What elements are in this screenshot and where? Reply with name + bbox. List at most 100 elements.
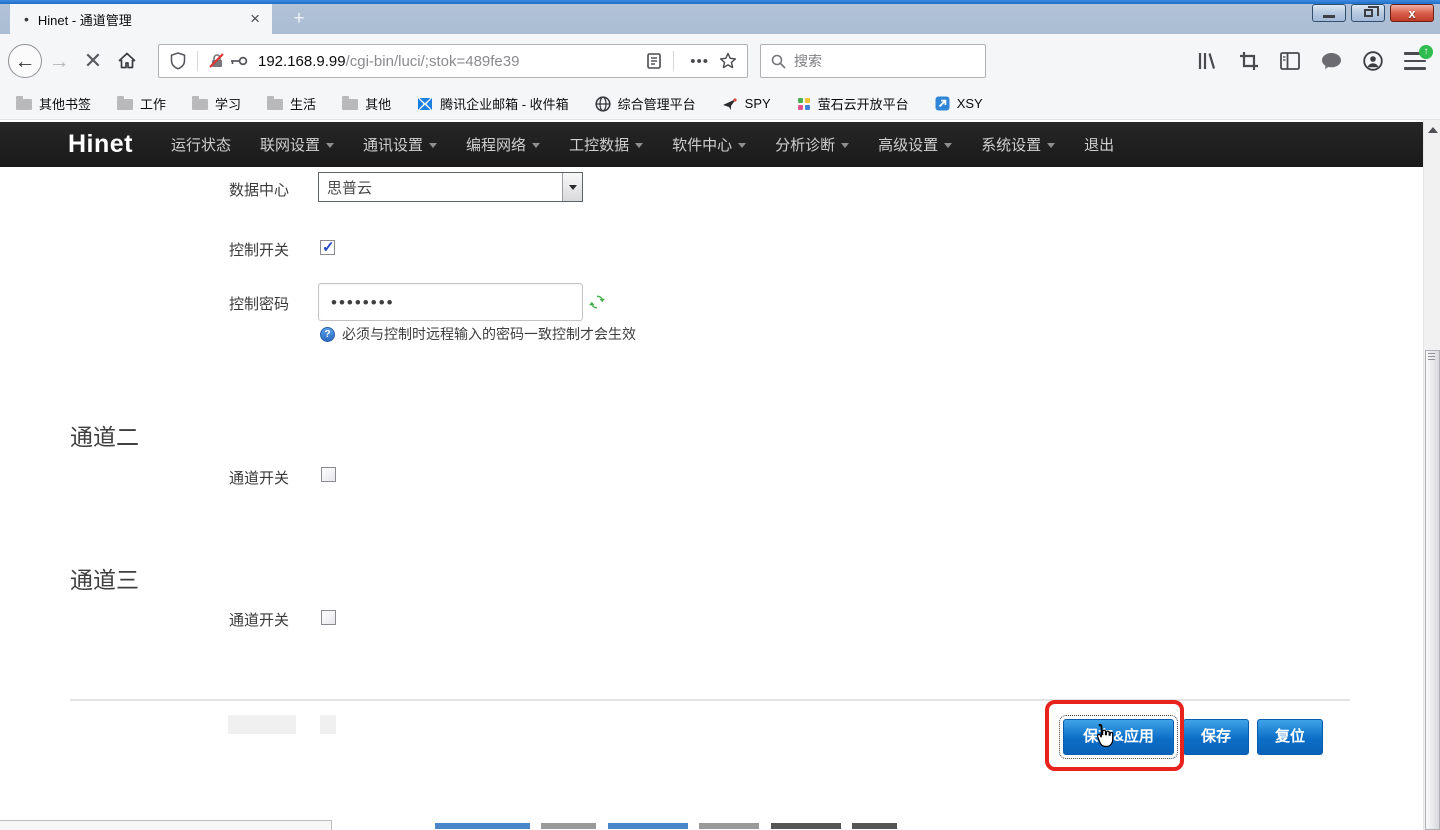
app-logo[interactable]: Hinet xyxy=(68,130,133,159)
password-help: ? 必须与控制时远程输入的密码一致控制才会生效 xyxy=(320,324,636,344)
tab-strip: • Hinet - 通道管理 × + x xyxy=(0,0,1440,34)
bookmark-folder-other-bookmarks[interactable]: 其他书签 xyxy=(16,94,91,113)
new-tab-button[interactable]: + xyxy=(286,8,312,30)
help-icon: ? xyxy=(320,327,335,342)
channel3-switch-checkbox[interactable] xyxy=(321,610,336,625)
window-controls: x xyxy=(1312,4,1434,22)
folder-icon xyxy=(16,99,32,110)
url-text[interactable]: 192.168.9.99/cgi-bin/luci/;stok=489fe39 xyxy=(258,53,643,70)
nav-item-diagnostics[interactable]: 分析诊断 xyxy=(775,134,849,155)
folder-icon xyxy=(192,99,208,110)
search-icon xyxy=(771,54,786,69)
chevron-down-icon xyxy=(532,143,540,148)
bookmark-folder-study[interactable]: 学习 xyxy=(192,94,241,113)
stop-button[interactable]: ✕ xyxy=(76,44,110,78)
channel3-switch-label: 通道开关 xyxy=(229,609,289,630)
minimize-button[interactable] xyxy=(1312,4,1346,22)
mouse-cursor-hand-icon xyxy=(1093,723,1115,749)
nav-item-software-center[interactable]: 软件中心 xyxy=(672,134,746,155)
control-switch-checkbox[interactable] xyxy=(320,240,335,255)
reset-button[interactable]: 复位 xyxy=(1257,719,1323,755)
select-dropdown-button[interactable] xyxy=(562,173,582,201)
search-input[interactable]: 搜索 xyxy=(760,44,986,78)
bookmark-tencent-mail[interactable]: 腾讯企业邮箱 - 收件箱 xyxy=(417,94,569,113)
nav-item-comm-settings[interactable]: 通讯设置 xyxy=(363,134,437,155)
bookmark-ezviz-platform[interactable]: 萤石云开放平台 xyxy=(797,94,909,113)
folder-icon xyxy=(342,99,358,110)
sidebar-icon[interactable] xyxy=(1280,52,1300,70)
menu-hamburger-icon[interactable]: ↑ xyxy=(1404,52,1426,70)
nav-item-industrial-data[interactable]: 工控数据 xyxy=(569,134,643,155)
vertical-scrollbar[interactable] xyxy=(1423,120,1440,830)
browser-tab[interactable]: • Hinet - 通道管理 × xyxy=(10,4,272,34)
nav-item-network-settings[interactable]: 联网设置 xyxy=(260,134,334,155)
help-text: 必须与控制时远程输入的密码一致控制才会生效 xyxy=(342,324,636,344)
reader-mode-icon[interactable] xyxy=(643,53,665,69)
control-password-input[interactable]: •••••••• xyxy=(318,283,583,321)
library-icon[interactable] xyxy=(1196,51,1218,71)
bookmark-folder-life[interactable]: 生活 xyxy=(267,94,316,113)
bookmark-star-icon[interactable] xyxy=(717,52,739,70)
tab-close-icon[interactable]: × xyxy=(246,9,264,29)
folder-icon xyxy=(267,99,283,110)
ghost-artifact xyxy=(228,715,296,734)
urlbar-separator xyxy=(197,51,198,71)
chevron-down-icon xyxy=(429,143,437,148)
forward-icon: → xyxy=(49,51,70,72)
shield-icon[interactable] xyxy=(167,52,189,70)
nav-item-programming-network[interactable]: 编程网络 xyxy=(466,134,540,155)
section-title-channel-3: 通道三 xyxy=(70,561,139,595)
home-button[interactable] xyxy=(110,44,144,78)
clipped-footer-text xyxy=(435,823,904,829)
url-bar[interactable]: 192.168.9.99/cgi-bin/luci/;stok=489fe39 … xyxy=(158,44,748,78)
home-icon xyxy=(117,51,137,71)
close-button[interactable]: x xyxy=(1390,4,1434,22)
scroll-up-button[interactable] xyxy=(1424,122,1440,138)
control-password-label: 控制密码 xyxy=(229,293,289,314)
account-icon[interactable] xyxy=(1363,51,1383,71)
close-icon: x xyxy=(1408,7,1415,20)
chevron-down-icon xyxy=(1047,143,1055,148)
insecure-lock-icon[interactable] xyxy=(206,53,228,69)
data-center-select[interactable]: 思普云 xyxy=(318,172,583,202)
key-icon[interactable] xyxy=(228,55,250,67)
chat-bubble-icon[interactable] xyxy=(1321,52,1342,71)
bookmark-folder-work[interactable]: 工作 xyxy=(117,94,166,113)
channel2-switch-label: 通道开关 xyxy=(229,467,289,488)
chevron-down-icon xyxy=(944,143,952,148)
nav-item-advanced-settings[interactable]: 高级设置 xyxy=(878,134,952,155)
back-icon: ← xyxy=(15,51,36,72)
scrollbar-thumb[interactable] xyxy=(1425,350,1440,830)
app-nav: Hinet 运行状态 联网设置 通讯设置 编程网络 工控数据 软件中心 分析诊断… xyxy=(0,122,1423,167)
page-actions-icon[interactable]: ••• xyxy=(682,53,717,70)
save-button[interactable]: 保存 xyxy=(1183,719,1249,755)
restore-icon xyxy=(1364,9,1373,17)
arrow-square-icon xyxy=(935,96,950,111)
tab-title: Hinet - 通道管理 xyxy=(38,10,246,29)
bookmark-management-platform[interactable]: 综合管理平台 xyxy=(595,94,696,113)
screenshot-crop-icon[interactable] xyxy=(1239,51,1259,71)
chevron-down-icon xyxy=(841,143,849,148)
bookmark-xsy[interactable]: XSY xyxy=(935,96,983,111)
forward-button[interactable]: → xyxy=(42,44,76,78)
browser-toolbar: ← → ✕ 192.168.9.99/cgi-bin/luci/;stok=48… xyxy=(0,34,1440,88)
chevron-down-icon xyxy=(569,185,577,190)
nav-item-logout[interactable]: 退出 xyxy=(1084,134,1114,155)
nav-item-run-status[interactable]: 运行状态 xyxy=(171,134,231,155)
refresh-icon[interactable] xyxy=(589,294,605,310)
channel2-switch-checkbox[interactable] xyxy=(321,467,336,482)
data-center-label: 数据中心 xyxy=(229,179,289,200)
ghost-artifact xyxy=(320,715,336,734)
triangle-up-icon xyxy=(1428,127,1438,133)
back-button[interactable]: ← xyxy=(8,44,42,78)
data-center-value: 思普云 xyxy=(319,177,562,198)
chevron-down-icon xyxy=(738,143,746,148)
restore-button[interactable] xyxy=(1351,4,1385,22)
control-switch-label: 控制开关 xyxy=(229,239,289,260)
browser-window: • Hinet - 通道管理 × + x ← → ✕ xyxy=(0,0,1440,830)
stop-icon: ✕ xyxy=(84,50,102,72)
chevron-down-icon xyxy=(635,143,643,148)
nav-item-system-settings[interactable]: 系统设置 xyxy=(981,134,1055,155)
bookmark-folder-misc[interactable]: 其他 xyxy=(342,94,391,113)
bookmark-spy[interactable]: SPY xyxy=(722,96,771,111)
